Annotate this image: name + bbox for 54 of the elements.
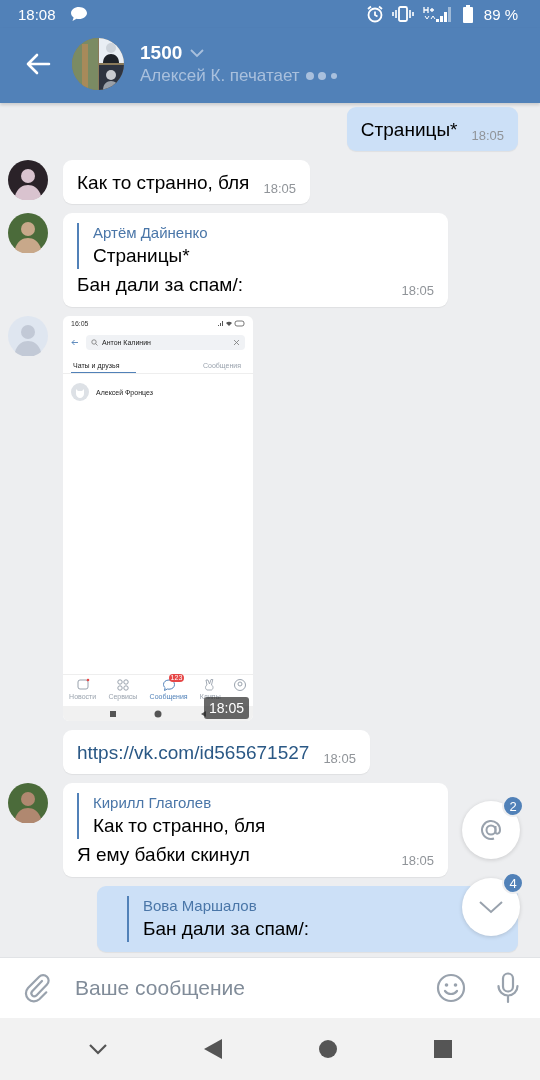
quote-text: Как то странно, бля	[93, 814, 266, 838]
smiley-icon[interactable]	[436, 973, 466, 1003]
back-arrow-icon	[71, 339, 79, 346]
message-time: 18:05	[401, 283, 434, 298]
quoted-message[interactable]: Артём Дайненко Страницы*	[77, 223, 208, 269]
message-text: Страницы*	[360, 118, 458, 142]
signal-icon	[421, 5, 454, 23]
chevron-down-icon[interactable]	[87, 1043, 108, 1055]
quoted-message[interactable]: Вова Маршалов Бан дали за спам/:	[127, 896, 309, 942]
message-text: Бан дали за спам/:	[77, 273, 243, 297]
search-icon	[91, 339, 98, 346]
profile-icon	[232, 678, 247, 692]
grid-icon	[115, 678, 130, 692]
group-avatar-icon[interactable]	[72, 37, 124, 90]
chat-bubble-icon	[161, 678, 176, 692]
vibrate-icon	[391, 6, 414, 22]
back-arrow-icon[interactable]	[25, 52, 51, 75]
battery-icon	[461, 5, 474, 23]
message-time: 18:05	[203, 697, 249, 719]
quoted-message[interactable]: Кирилл Глаголев Как то странно, бля	[77, 793, 266, 839]
message-bar[interactable]: Ваше сообщение	[0, 957, 540, 1018]
home-circle-icon[interactable]	[317, 1039, 338, 1059]
quote-author: Кирилл Глаголев	[93, 793, 213, 813]
message-time: 18:05	[323, 751, 356, 766]
unread-badge: 2	[502, 795, 524, 817]
message-time: 18:05	[401, 853, 434, 868]
paperclip-icon[interactable]	[23, 973, 51, 1003]
quote-text: Страницы*	[93, 244, 191, 268]
message-input[interactable]: Ваше сообщение	[73, 975, 436, 1001]
message-time: 18:05	[471, 128, 504, 143]
back-triangle-icon[interactable]	[202, 1038, 223, 1060]
at-sign-icon	[478, 817, 504, 843]
typing-status: Алексей К. печатает	[140, 65, 300, 86]
avatar[interactable]	[8, 160, 48, 200]
status-time: 18:08	[18, 5, 56, 23]
microphone-icon[interactable]	[496, 972, 520, 1004]
message-text: Я ему бабки скинул	[77, 843, 250, 867]
close-icon	[233, 339, 240, 346]
quote-author: Артём Дайненко	[93, 223, 208, 243]
alarm-icon	[365, 5, 384, 23]
chevron-down-icon	[478, 900, 504, 914]
newspaper-icon	[75, 678, 90, 692]
message-text: Как то странно, бля	[77, 171, 250, 195]
quote-author: Вова Маршалов	[143, 896, 258, 916]
caret-icon	[190, 47, 205, 58]
chat-title[interactable]: 1500	[140, 41, 183, 64]
message-link[interactable]: https://vk.com/id565671527	[77, 741, 310, 765]
chat-bubble-icon	[69, 6, 88, 22]
quote-text: Бан дали за спам/:	[143, 917, 309, 941]
recents-square-icon[interactable]	[432, 1039, 453, 1059]
message-time: 18:05	[263, 181, 296, 196]
unread-badge: 4	[502, 872, 524, 894]
battery-level: 89 %	[483, 5, 518, 23]
status-icons-icon	[217, 320, 245, 327]
